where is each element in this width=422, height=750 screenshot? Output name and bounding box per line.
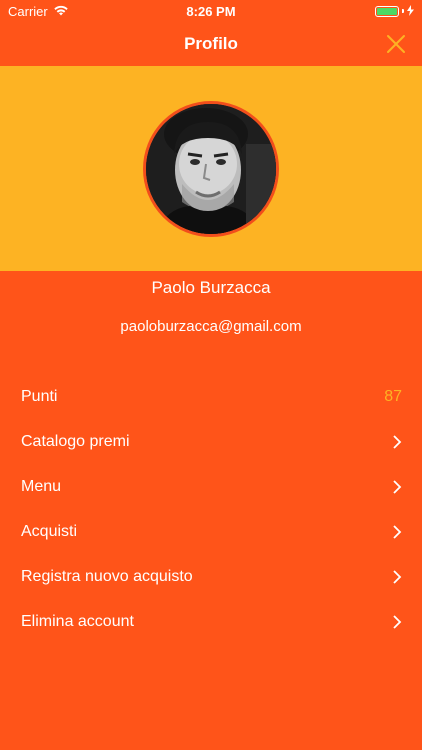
battery-cap — [402, 9, 404, 13]
menu-item-label: Punti — [21, 387, 58, 405]
charging-icon — [407, 4, 414, 19]
menu-item-label: Catalogo premi — [21, 432, 130, 450]
menu-item-label: Registra nuovo acquisto — [21, 567, 193, 585]
menu-item-menu[interactable]: Menu — [0, 464, 422, 509]
menu-item-label: Elimina account — [21, 612, 134, 630]
navigation-bar: Profilo — [0, 22, 422, 66]
chevron-right-icon — [393, 569, 402, 584]
menu-item-label: Acquisti — [21, 522, 78, 540]
close-icon — [387, 35, 405, 53]
status-right — [375, 4, 414, 19]
profile-header — [0, 66, 422, 271]
chevron-right-icon — [393, 434, 402, 449]
battery-fill — [377, 7, 397, 15]
chevron-right-icon — [393, 524, 402, 539]
page-title: Profilo — [184, 34, 238, 53]
status-bar: Carrier 8:26 PM — [0, 0, 422, 22]
wifi-icon — [53, 4, 69, 19]
chevron-right-icon — [393, 479, 402, 494]
menu-item-label: Menu — [21, 477, 62, 495]
chevron-right-icon — [393, 614, 402, 629]
menu-item-elimina-account[interactable]: Elimina account — [0, 599, 422, 644]
avatar — [143, 100, 279, 237]
carrier-label: Carrier — [8, 3, 48, 19]
menu-item-punti[interactable]: Punti 87 — [0, 374, 422, 419]
user-name: Paolo Burzacca — [151, 278, 271, 297]
status-left: Carrier — [8, 4, 69, 19]
user-email: paoloburzacca@gmail.com — [120, 318, 302, 335]
profile-menu: Punti 87 Catalogo premi Menu Acquisti Re… — [0, 374, 422, 644]
close-button[interactable] — [382, 30, 410, 58]
battery-icon — [375, 5, 399, 17]
points-value: 87 — [384, 387, 402, 405]
menu-item-acquisti[interactable]: Acquisti — [0, 509, 422, 554]
menu-item-registra-nuovo-acquisto[interactable]: Registra nuovo acquisto — [0, 554, 422, 599]
menu-item-catalogo-premi[interactable]: Catalogo premi — [0, 419, 422, 464]
